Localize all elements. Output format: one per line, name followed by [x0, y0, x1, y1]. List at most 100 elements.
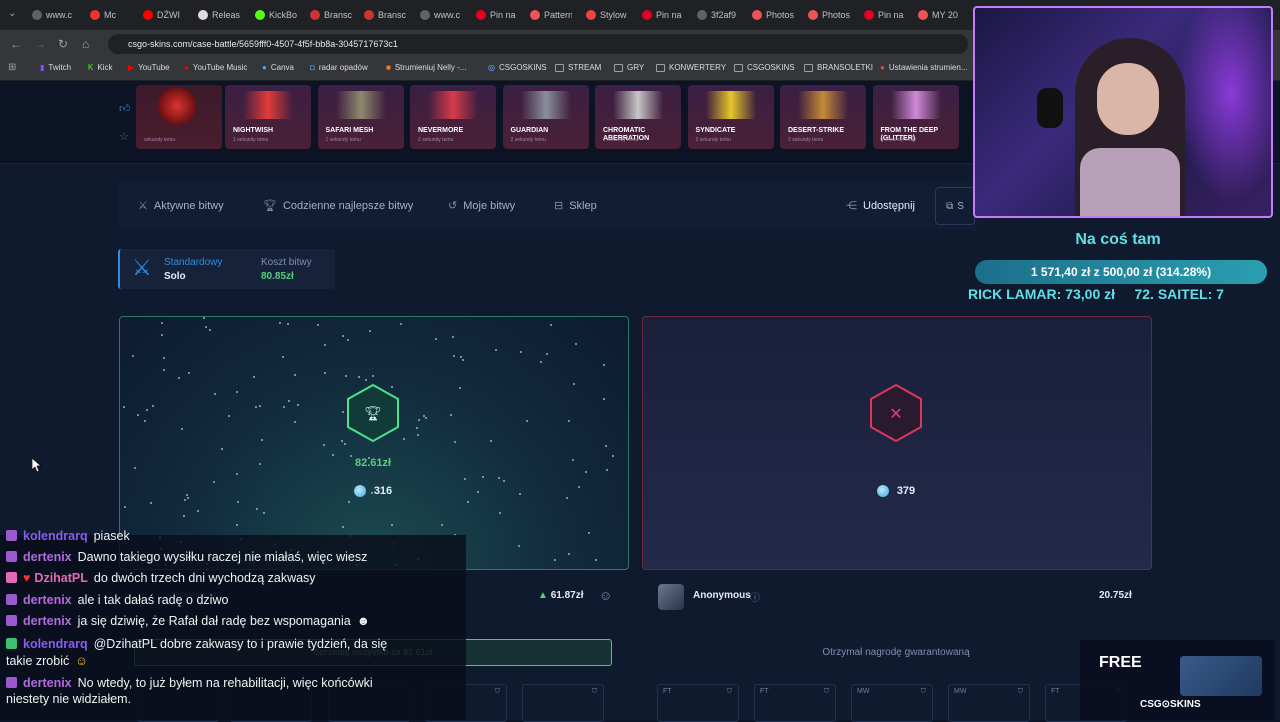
- wear-grade: FT: [760, 688, 769, 695]
- star-dot: [221, 448, 223, 450]
- apps-grid-icon[interactable]: ⊞: [8, 62, 16, 73]
- drop-card[interactable]: sekundy temu: [136, 85, 222, 149]
- star-dot: [197, 510, 199, 512]
- star-dot: [132, 355, 134, 357]
- browser-tab[interactable]: Pattern: [530, 6, 572, 24]
- browser-tab[interactable]: Releas: [198, 6, 240, 24]
- browser-tab[interactable]: Photos: [752, 6, 794, 24]
- nav-active-battles[interactable]: ⚔ Aktywne bitwy: [138, 199, 224, 213]
- browser-tab[interactable]: Stylow: [586, 6, 628, 24]
- bookmark-item[interactable]: ▶ YouTube: [128, 63, 170, 72]
- star-dot: [452, 336, 454, 338]
- star-dot: [603, 364, 605, 366]
- browser-tab[interactable]: Bransc: [310, 6, 352, 24]
- drop-card[interactable]: SYNDICATE 2 sekundy temu: [687, 85, 774, 149]
- skull-logo-icon: [158, 87, 196, 125]
- address-input[interactable]: csgo-skins.com/case-battle/5659fff0-4507…: [108, 34, 968, 54]
- drop-card[interactable]: NEVERMORE 2 sekundy temu: [410, 85, 496, 149]
- share-button[interactable]: ⋲ Udostępnij: [846, 199, 915, 213]
- star-dot: [288, 400, 290, 402]
- bookmark-item[interactable]: ◎ CSGOSKINS: [488, 63, 547, 72]
- emoji-icon[interactable]: ☺: [599, 588, 612, 603]
- home-icon[interactable]: ⌂: [82, 37, 89, 51]
- bookmark-item[interactable]: ● Canva: [262, 63, 294, 72]
- star-icon[interactable]: ☆: [119, 130, 129, 143]
- star-dot: [344, 443, 346, 445]
- info-icon[interactable]: ⓘ: [750, 589, 760, 604]
- bookmark-item[interactable]: ◘ radar opadów: [310, 63, 368, 72]
- bookmark-folder[interactable]: KONWERTERY: [656, 63, 726, 72]
- forward-icon[interactable]: →: [34, 37, 46, 51]
- browser-tab[interactable]: www.c: [420, 6, 462, 24]
- browser-tab[interactable]: DŹWI: [143, 6, 183, 24]
- browser-tab[interactable]: Photos: [808, 6, 850, 24]
- bookmark-item[interactable]: K Kick: [88, 63, 112, 72]
- folder-icon: [734, 63, 743, 72]
- bookmark-item[interactable]: ● YouTube Music: [184, 63, 247, 72]
- tab-favicon-icon: [310, 10, 320, 20]
- item-slot[interactable]: ⛉: [522, 684, 604, 722]
- nav-daily-best[interactable]: 🏆︎ Codzienne najlepsze bitwy: [263, 199, 413, 213]
- item-slot[interactable]: FT ⛉: [754, 684, 836, 722]
- browser-tab[interactable]: www.c: [32, 6, 74, 24]
- drop-card[interactable]: GUARDIAN 2 sekundy temu: [502, 85, 589, 149]
- star-dot: [573, 383, 575, 385]
- back-icon[interactable]: ←: [10, 37, 22, 51]
- drop-card[interactable]: NIGHTWISH 1 sekundy temu: [225, 85, 311, 149]
- kick-icon: K: [88, 63, 94, 72]
- right-username[interactable]: Anonymous: [693, 590, 751, 601]
- bookmark-item[interactable]: ● Ustawienia strumien...: [880, 63, 968, 72]
- star-dot: [184, 499, 186, 501]
- share-icon: ⋲: [846, 200, 857, 212]
- star-dot: [467, 501, 469, 503]
- bookmark-folder[interactable]: STREAM: [555, 63, 601, 72]
- canva-icon: ●: [262, 63, 267, 72]
- browser-tab[interactable]: Mc: [90, 6, 126, 24]
- tab-favicon-icon: [586, 10, 596, 20]
- browser-tab[interactable]: MY 20: [918, 6, 960, 24]
- star-dot: [183, 515, 185, 517]
- bookmark-folder[interactable]: GRY: [614, 63, 644, 72]
- browser-tab[interactable]: Bransc: [364, 6, 406, 24]
- star-dot: [297, 404, 299, 406]
- drop-card[interactable]: SAFARI MESH 1 sekundy temu: [317, 85, 404, 149]
- bookmark-item[interactable]: ■ Strumieniuj Nelly -...: [386, 63, 466, 72]
- star-dot: [236, 524, 238, 526]
- star-dot: [568, 553, 570, 555]
- star-dot: [462, 359, 464, 361]
- browser-tab[interactable]: KickBo: [255, 6, 297, 24]
- nav-my-battles[interactable]: ↺ Moje bitwy: [448, 199, 515, 213]
- chat-message: dertenix ja się dziwię, że Rafał dał radę…: [6, 614, 370, 629]
- bookmark-folder[interactable]: CSGOSKINS: [734, 63, 795, 72]
- bookmark-folder[interactable]: BRANSOLETKI: [804, 63, 873, 72]
- reload-icon[interactable]: ↻: [58, 37, 68, 51]
- browser-tab[interactable]: 3f2af9: [697, 6, 739, 24]
- star-dot: [460, 356, 462, 358]
- tab-favicon-icon: [530, 10, 540, 20]
- item-slot[interactable]: MW ⛉: [851, 684, 933, 722]
- nav-shop[interactable]: ⊟ Sklep: [554, 199, 597, 213]
- thumbs-up-icon[interactable]: 👍︎: [119, 102, 131, 115]
- right-coins: 379: [642, 485, 1150, 498]
- bookmark-item[interactable]: ▮ Twitch: [40, 63, 71, 72]
- avatar[interactable]: [658, 584, 684, 610]
- svg-text:🏆︎: 🏆︎: [364, 405, 382, 422]
- tab-list-icon[interactable]: ⌄: [8, 8, 16, 19]
- item-slot[interactable]: FT ⛉: [657, 684, 739, 722]
- copy-link-button[interactable]: ⧉ S: [935, 187, 975, 225]
- folder-icon: [804, 63, 813, 72]
- sub-badge-icon: [6, 615, 17, 626]
- drop-card[interactable]: DESERT-STRIKE 2 sekundy temu: [780, 85, 866, 149]
- star-dot: [503, 480, 505, 482]
- promo-brand: CSG⊙SKINS: [1140, 699, 1201, 710]
- browser-tab[interactable]: Pin na: [476, 6, 518, 24]
- item-slot[interactable]: MW ⛉: [948, 684, 1030, 722]
- skin-image: [520, 91, 571, 119]
- promo-free-text: FREE: [1099, 654, 1142, 671]
- drop-card[interactable]: FROM THE DEEP (GLITTER) 3 sekundy temu: [872, 85, 959, 149]
- star-dot: [152, 405, 154, 407]
- drop-card[interactable]: CHROMATIC ABERRATION 2 sekundy temu: [595, 85, 681, 149]
- star-dot: [358, 376, 360, 378]
- browser-tab[interactable]: Pin na: [642, 6, 684, 24]
- browser-tab[interactable]: Pin na: [864, 6, 904, 24]
